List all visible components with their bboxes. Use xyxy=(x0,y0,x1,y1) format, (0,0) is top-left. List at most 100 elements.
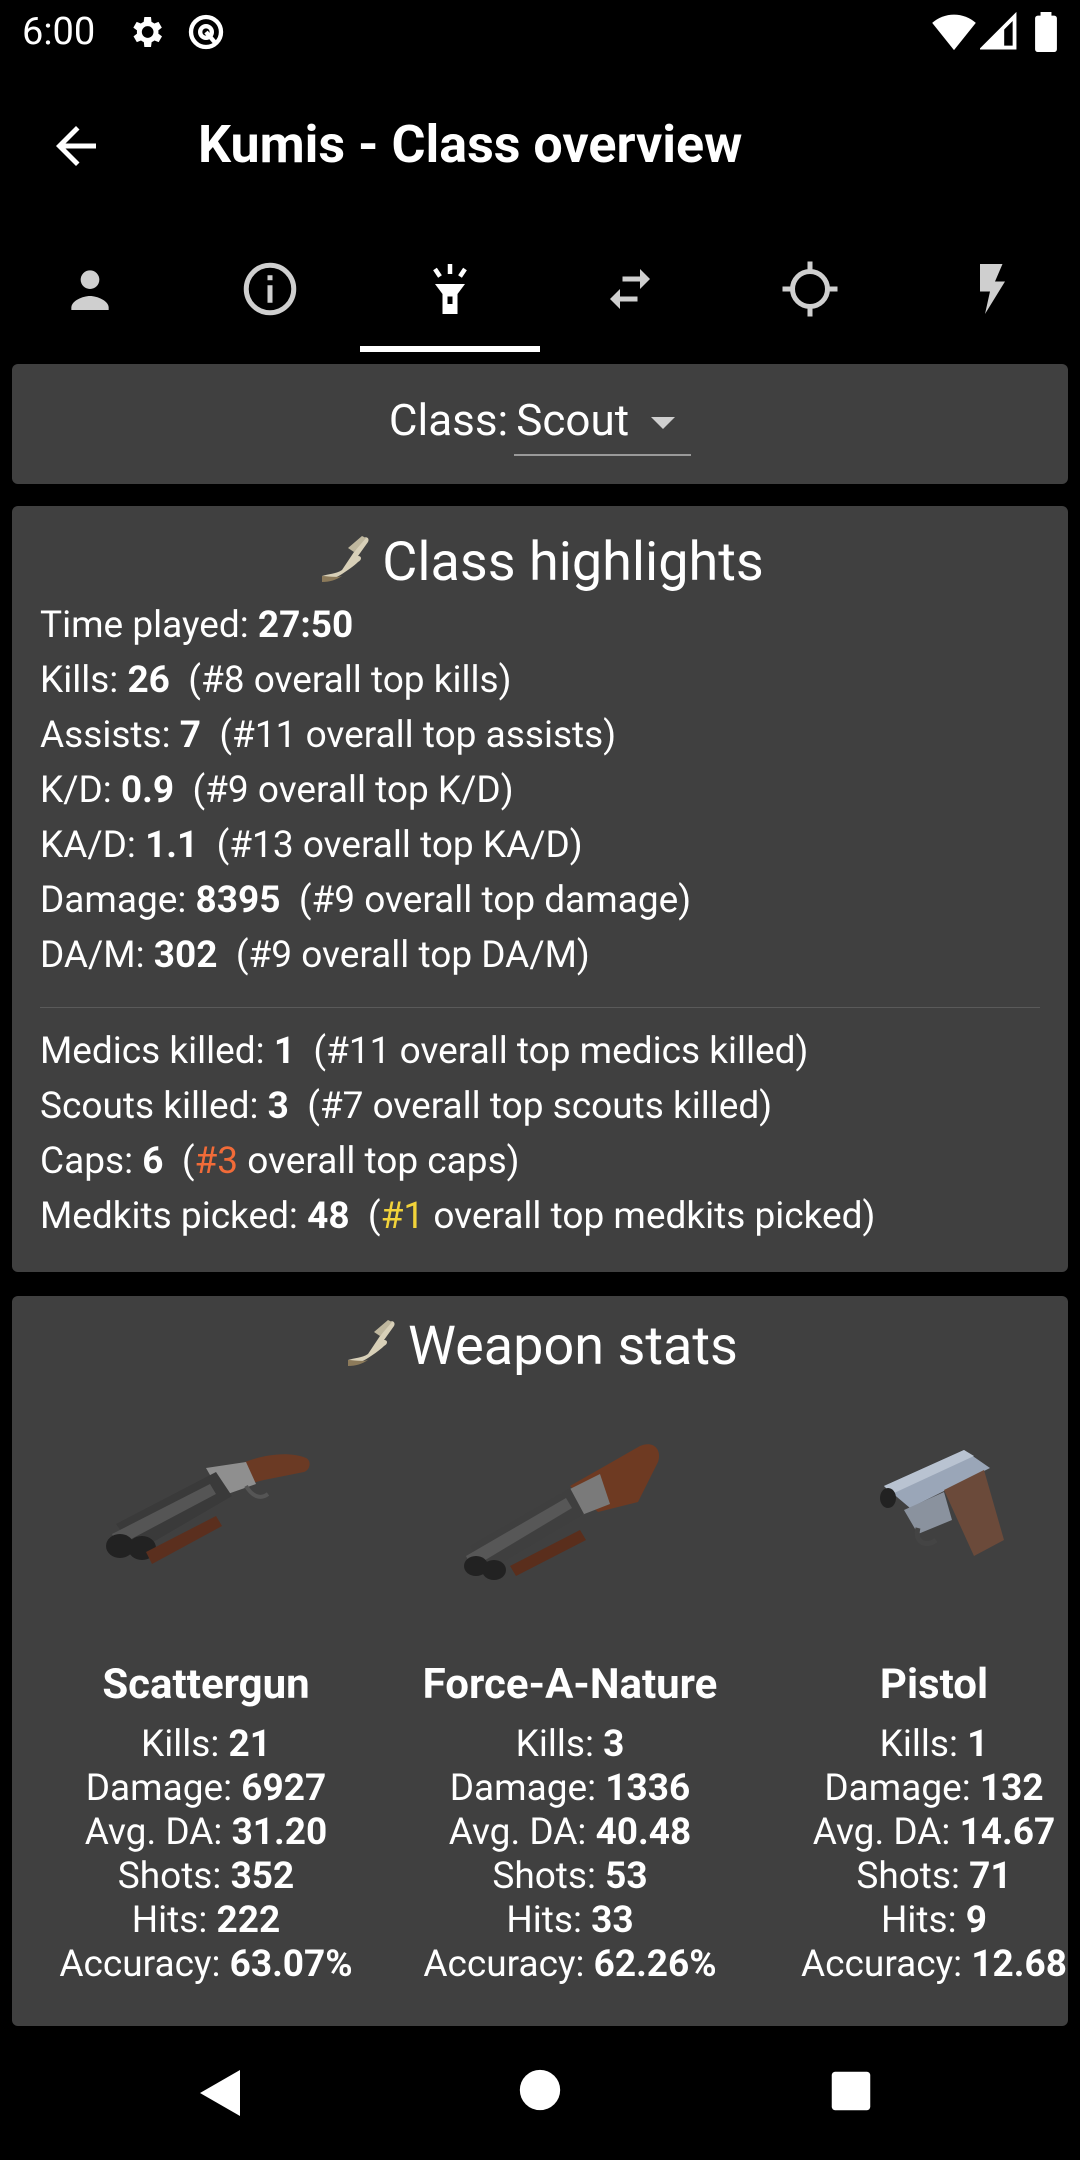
scouts-killed-label: Scouts killed: xyxy=(40,1085,259,1128)
avg-da-label: Avg. DA: xyxy=(812,1811,951,1854)
app-bar: Kumis - Class overview xyxy=(0,66,1080,224)
kills-value: 21 xyxy=(228,1723,271,1766)
kills-row: Kills: 26 (#8 overall top kills) xyxy=(40,653,1040,708)
shots-value: 71 xyxy=(969,1855,1012,1898)
nav-home-button[interactable] xyxy=(518,2068,562,2116)
page-title: Kumis - Class overview xyxy=(198,114,743,175)
dam-rank: (#9 overall top DA/M) xyxy=(235,934,590,977)
damage-rank: (#9 overall top damage) xyxy=(298,879,692,922)
back-button[interactable] xyxy=(46,116,106,176)
weapon-kills: Kills: 21 xyxy=(26,1723,386,1767)
accuracy-value: 12.68 xyxy=(971,1943,1067,1986)
lightning-icon xyxy=(980,264,1005,314)
weapon-avg-da: Avg. DA: 31.20 xyxy=(26,1811,386,1855)
class-selector-card: Class: Scout xyxy=(12,364,1068,484)
triangle-back-icon xyxy=(200,2070,240,2116)
weapon-shots: Shots: 352 xyxy=(26,1855,386,1899)
caps-label: Caps: xyxy=(40,1140,134,1183)
class-dropdown[interactable]: Class: Scout xyxy=(12,394,1068,456)
status-time: 6:00 xyxy=(22,10,96,54)
nav-recents-button[interactable] xyxy=(830,2070,872,2116)
weapon-stats-header: Weapon stats xyxy=(12,1314,1068,1378)
weapon-damage: Damage: 1336 xyxy=(390,1767,750,1811)
weapon-item: Force-A-Nature Kills: 3 Damage: 1336 Avg… xyxy=(390,1416,750,1987)
square-recents-icon xyxy=(831,2071,871,2111)
class-value-text: Scout xyxy=(516,394,630,446)
damage-value: 132 xyxy=(979,1767,1044,1810)
damage-label: Damage: xyxy=(449,1767,597,1810)
weapon-avg-da: Avg. DA: 40.48 xyxy=(390,1811,750,1855)
tab-matchups[interactable] xyxy=(540,224,720,354)
shots-label: Shots: xyxy=(856,1855,960,1898)
caps-row: Caps: 6 (#3 overall top caps) xyxy=(40,1134,1040,1189)
weapon-kills: Kills: 1 xyxy=(754,1723,1068,1767)
vpn-icon xyxy=(186,12,226,56)
medics-killed-value: 1 xyxy=(273,1030,296,1073)
battery-icon xyxy=(1034,12,1058,56)
hits-value: 9 xyxy=(965,1899,987,1942)
medics-killed-row: Medics killed: 1 (#11 overall top medics… xyxy=(40,1024,1040,1079)
medkits-rank-open: ( xyxy=(367,1195,381,1238)
weapon-accuracy: Accuracy: 12.68 xyxy=(754,1943,1068,1987)
class-highlights-card: Class highlights Time played: 27:50 Kill… xyxy=(12,506,1068,1272)
class-highlights-title: Class highlights xyxy=(382,531,764,594)
weapon-shots: Shots: 53 xyxy=(390,1855,750,1899)
kad-label: KA/D: xyxy=(40,824,136,867)
caps-value: 6 xyxy=(142,1140,164,1183)
nav-back-button[interactable] xyxy=(196,2068,244,2122)
hits-label: Hits: xyxy=(131,1899,208,1942)
cell-signal-icon xyxy=(978,11,1018,56)
weapon-accuracy: Accuracy: 62.26% xyxy=(390,1943,750,1987)
kills-label: Kills: xyxy=(879,1723,958,1766)
damage-value: 6927 xyxy=(241,1767,327,1810)
damage-label: Damage: xyxy=(85,1767,233,1810)
weapon-hits: Hits: 222 xyxy=(26,1899,386,1943)
weapon-name: Scattergun xyxy=(102,1660,310,1709)
info-icon xyxy=(243,262,297,316)
time-played-value: 27:50 xyxy=(257,604,354,647)
hits-label: Hits: xyxy=(506,1899,582,1942)
weapon-item: Pistol Kills: 1 Damage: 132 Avg. DA: 14.… xyxy=(754,1416,1068,1987)
kills-label: Kills: xyxy=(515,1723,594,1766)
tab-bar xyxy=(0,224,1080,354)
scouts-killed-rank: (#7 overall top scouts killed) xyxy=(307,1085,773,1128)
weapon-name: Force-A-Nature xyxy=(422,1660,718,1709)
weapon-stat-list: Kills: 3 Damage: 1336 Avg. DA: 40.48 Sho… xyxy=(390,1723,750,1987)
avg-da-value: 14.67 xyxy=(959,1811,1056,1854)
kd-rank: (#9 overall top K/D) xyxy=(192,769,514,812)
caps-rank-text: overall top caps) xyxy=(238,1140,520,1183)
tab-class[interactable] xyxy=(360,224,540,354)
arrow-back-icon xyxy=(56,126,96,166)
kad-value: 1.1 xyxy=(145,824,199,867)
damage-value: 1336 xyxy=(605,1767,691,1810)
avg-da-label: Avg. DA: xyxy=(448,1811,587,1854)
accuracy-label: Accuracy: xyxy=(801,1943,963,1986)
dam-value: 302 xyxy=(153,934,218,977)
weapon-name: Pistol xyxy=(879,1660,989,1709)
assists-value: 7 xyxy=(179,714,202,757)
dam-label: DA/M: xyxy=(40,934,145,977)
medkits-value: 48 xyxy=(307,1195,350,1238)
tab-profile[interactable] xyxy=(0,224,180,354)
medics-killed-rank: (#11 overall top medics killed) xyxy=(313,1030,809,1073)
hits-label: Hits: xyxy=(881,1899,957,1942)
winged-shoe-icon xyxy=(322,536,369,582)
status-bar: 6:00 xyxy=(0,0,1080,66)
kills-value: 3 xyxy=(603,1723,625,1766)
kad-row: KA/D: 1.1 (#13 overall top KA/D) xyxy=(40,818,1040,873)
hits-value: 33 xyxy=(591,1899,634,1942)
kd-value: 0.9 xyxy=(120,769,175,812)
pistol-image xyxy=(814,1416,1054,1596)
tab-events[interactable] xyxy=(900,224,1080,354)
kills-value: 26 xyxy=(127,659,170,702)
shots-label: Shots: xyxy=(492,1855,596,1898)
assists-label: Assists: xyxy=(40,714,171,757)
tab-info[interactable] xyxy=(180,224,360,354)
tab-crosshair[interactable] xyxy=(720,224,900,354)
scouts-killed-row: Scouts killed: 3 (#7 overall top scouts … xyxy=(40,1079,1040,1134)
weapon-shots: Shots: 71 xyxy=(754,1855,1068,1899)
class-value[interactable]: Scout xyxy=(514,394,692,456)
weapon-item: Scattergun Kills: 21 Damage: 6927 Avg. D… xyxy=(26,1416,386,1987)
scattergun-image xyxy=(86,1416,326,1596)
weapon-kills: Kills: 3 xyxy=(390,1723,750,1767)
